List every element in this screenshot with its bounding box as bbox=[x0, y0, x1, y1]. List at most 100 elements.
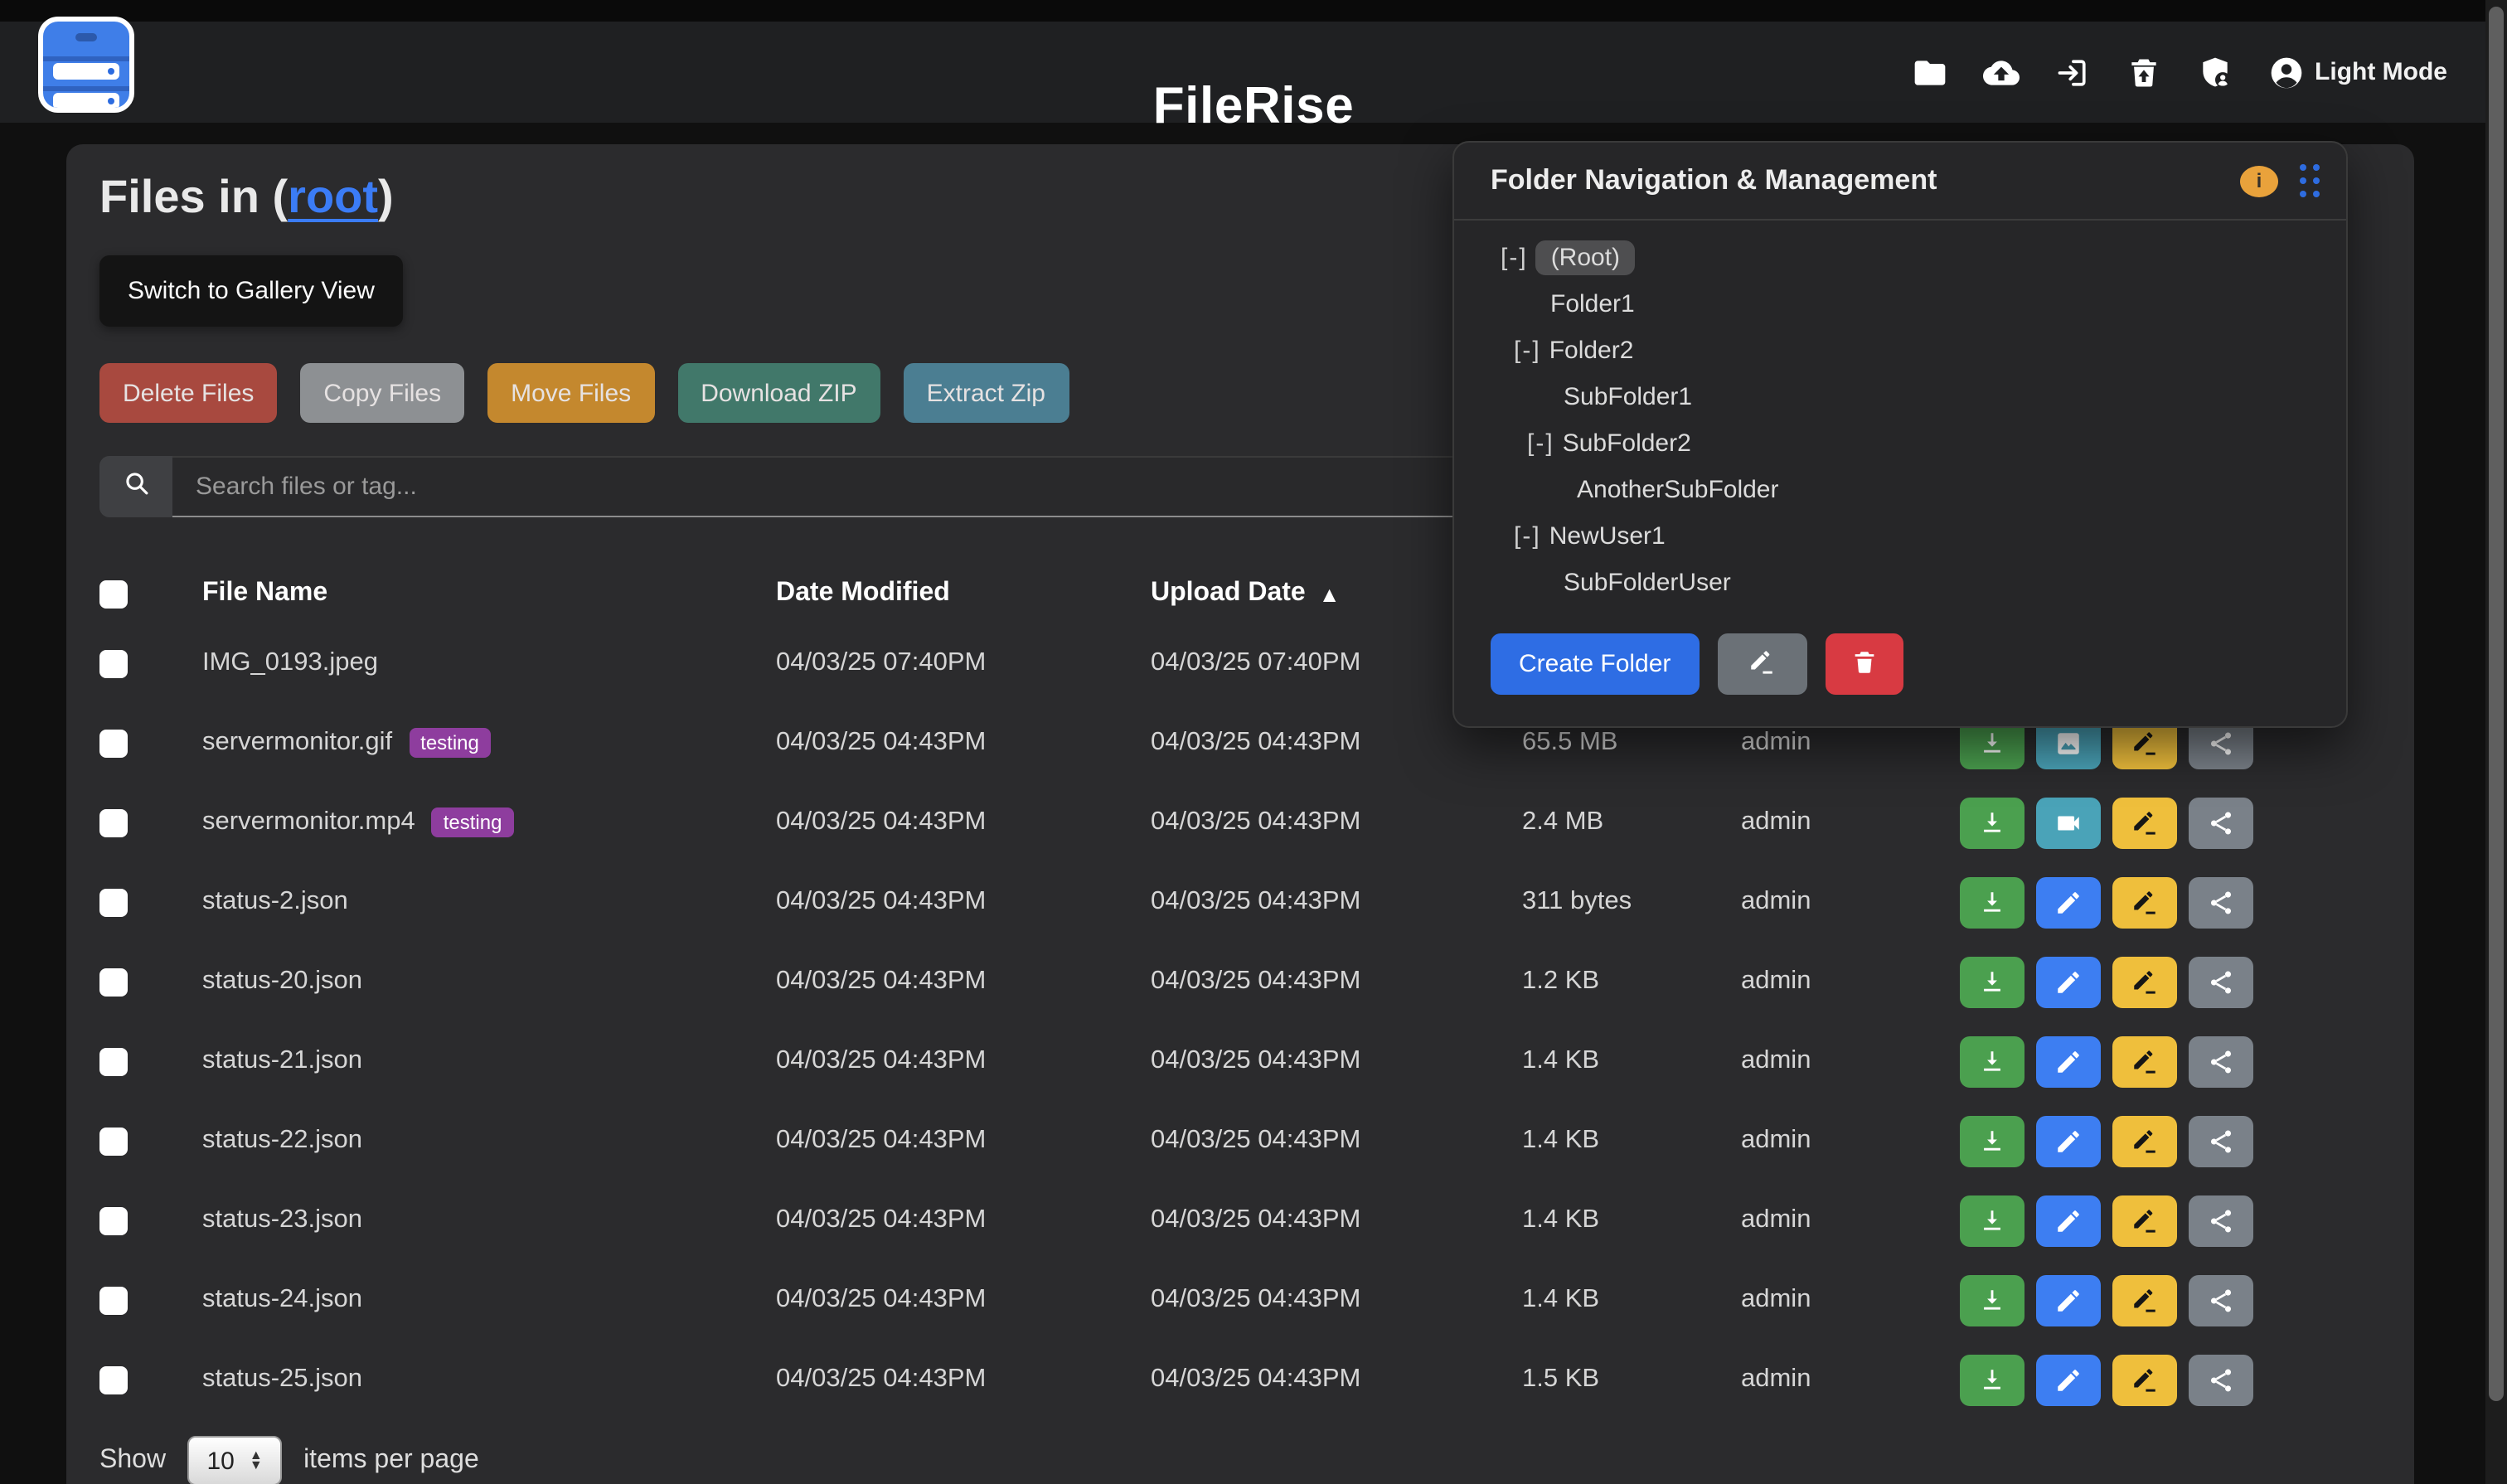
drag-handle-icon[interactable] bbox=[2300, 164, 2320, 197]
edit-file-button[interactable] bbox=[2036, 1274, 2101, 1326]
download-file-button[interactable] bbox=[1960, 956, 2025, 1007]
create-folder-button[interactable]: Create Folder bbox=[1491, 633, 1699, 695]
share-file-button[interactable] bbox=[2189, 1195, 2253, 1246]
delete-folder-button[interactable] bbox=[1825, 633, 1903, 695]
file-size: 1.2 KB bbox=[1522, 967, 1741, 997]
download-file-button[interactable] bbox=[1960, 1035, 2025, 1087]
folder-tree-item-subfolderuser[interactable]: SubFolderUser bbox=[1454, 559, 2346, 605]
filerise-logo[interactable] bbox=[38, 17, 134, 113]
download-file-button[interactable] bbox=[1960, 1274, 2025, 1326]
switch-gallery-view-button[interactable]: Switch to Gallery View bbox=[99, 255, 403, 327]
file-name: status-2.json bbox=[202, 887, 348, 917]
exit-icon[interactable] bbox=[2054, 54, 2091, 90]
search-bar bbox=[99, 456, 1559, 517]
share-file-button[interactable] bbox=[2189, 956, 2253, 1007]
rename-tag-button[interactable] bbox=[2112, 876, 2177, 928]
items-per-page-select[interactable]: 10 ▲▼ bbox=[187, 1436, 282, 1484]
uploader: admin bbox=[1741, 967, 1960, 997]
preview-video-button[interactable] bbox=[2036, 797, 2101, 848]
cloud-upload-icon[interactable] bbox=[1983, 54, 2020, 90]
folder-label: AnotherSubFolder bbox=[1577, 475, 1779, 503]
date-modified: 04/03/25 04:43PM bbox=[776, 807, 1151, 837]
rename-tag-button[interactable] bbox=[2112, 1195, 2177, 1246]
row-checkbox[interactable] bbox=[99, 808, 128, 837]
tree-collapse-toggle[interactable]: [-] bbox=[1514, 336, 1541, 364]
folder-tree-item-newuser1[interactable]: [-]NewUser1 bbox=[1454, 512, 2346, 559]
rename-tag-button[interactable] bbox=[2112, 797, 2177, 848]
row-checkbox[interactable] bbox=[99, 729, 128, 757]
scrollbar-thumb[interactable] bbox=[2489, 7, 2504, 1401]
light-mode-toggle[interactable]: Light Mode bbox=[2315, 22, 2507, 123]
rename-tag-button[interactable] bbox=[2112, 1115, 2177, 1166]
share-file-button[interactable] bbox=[2189, 797, 2253, 848]
folder-tree-item-folder1[interactable]: Folder1 bbox=[1454, 280, 2346, 327]
show-label: Show bbox=[99, 1446, 166, 1476]
row-checkbox[interactable] bbox=[99, 649, 128, 677]
share-file-button[interactable] bbox=[2189, 1115, 2253, 1166]
rename-tag-button[interactable] bbox=[2112, 1274, 2177, 1326]
tree-collapse-toggle[interactable]: [-] bbox=[1501, 243, 1528, 271]
logo-led bbox=[108, 68, 114, 75]
edit-file-button[interactable] bbox=[2036, 1195, 2101, 1246]
tree-collapse-toggle[interactable]: [-] bbox=[1514, 521, 1541, 550]
folder-tree-item-folder2[interactable]: [-]Folder2 bbox=[1454, 327, 2346, 373]
rename-folder-button[interactable] bbox=[1717, 633, 1806, 695]
row-checkbox[interactable] bbox=[99, 1206, 128, 1234]
date-modified: 04/03/25 04:43PM bbox=[776, 1046, 1151, 1076]
select-all-cell bbox=[66, 580, 202, 608]
edit-file-button[interactable] bbox=[2036, 1115, 2101, 1166]
tree-collapse-toggle[interactable]: [-] bbox=[1527, 429, 1554, 457]
edit-file-button[interactable] bbox=[2036, 956, 2101, 1007]
move-files-button[interactable]: Move Files bbox=[487, 363, 654, 423]
copy-files-button[interactable]: Copy Files bbox=[300, 363, 464, 423]
column-header-file-name[interactable]: File Name bbox=[202, 579, 776, 609]
download-file-button[interactable] bbox=[1960, 1195, 2025, 1246]
info-icon[interactable]: i bbox=[2240, 165, 2278, 196]
extract-zip-button[interactable]: Extract Zip bbox=[904, 363, 1069, 423]
delete-files-button[interactable]: Delete Files bbox=[99, 363, 277, 423]
folder-tree-item-subfolder2[interactable]: [-]SubFolder2 bbox=[1454, 419, 2346, 466]
download-file-button[interactable] bbox=[1960, 1115, 2025, 1166]
download-zip-button[interactable]: Download ZIP bbox=[677, 363, 880, 423]
rename-tag-button[interactable] bbox=[2112, 1354, 2177, 1405]
edit-icon bbox=[2054, 968, 2083, 996]
file-table-body: IMG_0193.jpeg04/03/25 07:40PM04/03/25 07… bbox=[66, 623, 2414, 1419]
row-checkbox[interactable] bbox=[99, 1286, 128, 1314]
search-input[interactable] bbox=[172, 456, 1559, 517]
row-checkbox[interactable] bbox=[99, 888, 128, 916]
folder-tree-item-anothersubfolder[interactable]: AnotherSubFolder bbox=[1454, 466, 2346, 512]
share-file-button[interactable] bbox=[2189, 1274, 2253, 1326]
share-file-button[interactable] bbox=[2189, 1354, 2253, 1405]
edit-file-button[interactable] bbox=[2036, 1354, 2101, 1405]
download-file-button[interactable] bbox=[1960, 1354, 2025, 1405]
folder-icon[interactable] bbox=[1912, 54, 1948, 90]
column-header-date-modified[interactable]: Date Modified bbox=[776, 579, 1151, 609]
pencil-underline-icon bbox=[2131, 1047, 2159, 1075]
row-actions bbox=[1960, 1274, 2414, 1326]
rename-tag-button[interactable] bbox=[2112, 1035, 2177, 1087]
date-modified: 04/03/25 04:43PM bbox=[776, 1205, 1151, 1235]
rename-tag-button[interactable] bbox=[2112, 956, 2177, 1007]
upload-date: 04/03/25 04:43PM bbox=[1151, 1365, 1522, 1394]
select-stepper-icon: ▲▼ bbox=[250, 1451, 263, 1471]
folder-tree-item-subfolder1[interactable]: SubFolder1 bbox=[1454, 373, 2346, 419]
download-file-button[interactable] bbox=[1960, 797, 2025, 848]
shield-user-icon[interactable] bbox=[2197, 54, 2233, 90]
share-file-button[interactable] bbox=[2189, 1035, 2253, 1087]
row-checkbox[interactable] bbox=[99, 1365, 128, 1394]
trash-restore-icon[interactable] bbox=[2126, 54, 2162, 90]
edit-file-button[interactable] bbox=[2036, 876, 2101, 928]
select-all-checkbox[interactable] bbox=[99, 580, 128, 608]
upload-date: 04/03/25 04:43PM bbox=[1151, 728, 1522, 758]
row-checkbox[interactable] bbox=[99, 1127, 128, 1155]
download-file-button[interactable] bbox=[1960, 876, 2025, 928]
edit-file-button[interactable] bbox=[2036, 1035, 2101, 1087]
root-folder-link[interactable]: root bbox=[288, 171, 378, 222]
folder-tree-item-root[interactable]: [-](Root) bbox=[1454, 234, 2346, 280]
row-checkbox[interactable] bbox=[99, 968, 128, 996]
share-icon bbox=[2207, 1047, 2235, 1075]
account-icon[interactable] bbox=[2268, 54, 2305, 90]
row-checkbox[interactable] bbox=[99, 1047, 128, 1075]
video-icon bbox=[2054, 808, 2083, 837]
share-file-button[interactable] bbox=[2189, 876, 2253, 928]
